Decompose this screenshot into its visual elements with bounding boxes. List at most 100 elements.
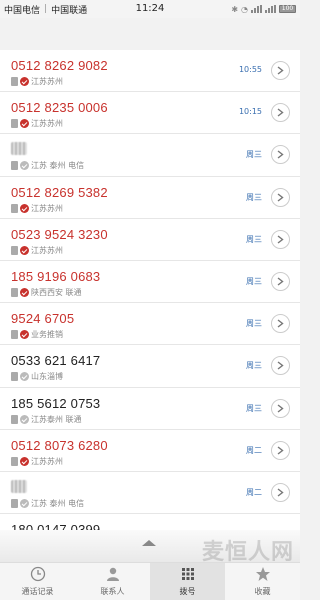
call-log-row[interactable]: 0512 8235 0006 江苏苏州 10:15	[0, 92, 300, 135]
call-log-row[interactable]: 185 5612 0753 江苏泰州 联通 周三	[0, 388, 300, 430]
call-detail-button[interactable]	[271, 271, 290, 291]
header-area	[0, 18, 300, 50]
sim-card-icon	[11, 456, 18, 466]
incoming-call-icon	[20, 119, 29, 129]
call-location: 江苏泰州 联通	[31, 414, 82, 424]
tab-label: 拨号	[179, 587, 196, 596]
call-subinfo: 江苏 泰州 电信	[11, 498, 84, 509]
call-time: 周三	[246, 276, 262, 286]
call-detail-button[interactable]	[271, 440, 290, 460]
sim-card-icon	[11, 330, 18, 340]
sim-card-icon	[11, 372, 18, 382]
call-log-row[interactable]: 185 9196 0683 陕西西安 联通 周三	[0, 261, 300, 304]
sim-card-icon	[11, 161, 18, 171]
call-detail-button[interactable]	[271, 187, 290, 207]
chevron-right-icon	[277, 108, 284, 117]
incoming-call-icon	[20, 287, 29, 297]
call-time: 周三	[246, 403, 262, 413]
dialpad-icon	[180, 566, 196, 584]
call-time: 周二	[246, 445, 262, 455]
call-subinfo: 江苏苏州	[11, 118, 63, 129]
call-log-row[interactable]: 江苏 泰州 电信 周二	[0, 472, 300, 515]
call-location: 山东淄博	[31, 372, 63, 382]
outgoing-call-icon	[20, 161, 29, 171]
call-log-row[interactable]: 9524 6705 业务推销 周三	[0, 303, 300, 346]
call-detail-button[interactable]	[271, 314, 290, 334]
outgoing-call-icon	[20, 372, 29, 382]
call-time: 10:55	[238, 65, 262, 74]
phone-number: 0533 621 6417	[11, 353, 101, 369]
call-log-list[interactable]: 0512 8262 9082 江苏苏州 10:55 0512 8235 0006 江苏苏…	[0, 50, 300, 530]
chevron-right-icon	[277, 319, 284, 328]
call-location: 江苏苏州	[31, 77, 63, 86]
call-detail-button[interactable]	[271, 229, 290, 249]
call-location: 陕西西安 联通	[31, 287, 82, 297]
call-detail-button[interactable]	[271, 482, 290, 502]
tab-contacts[interactable]: 联系人	[75, 563, 150, 600]
call-log-row[interactable]: 0512 8073 6280 江苏苏州 周二	[0, 430, 300, 472]
sim-card-icon	[11, 245, 18, 255]
call-log-row[interactable]: 江苏 泰州 电信 周三	[0, 134, 300, 177]
incoming-call-icon	[20, 456, 29, 466]
chevron-right-icon	[277, 193, 284, 202]
sim-card-icon	[11, 77, 18, 86]
call-detail-button[interactable]	[271, 145, 290, 165]
sim-card-icon	[11, 203, 18, 213]
incoming-call-icon	[20, 77, 29, 86]
collapse-bar[interactable]: 麦恒人网	[0, 530, 300, 565]
call-log-row[interactable]: 180 0147 0399	[0, 514, 300, 530]
call-log-row[interactable]: 0512 8262 9082 江苏苏州 10:55	[0, 50, 300, 93]
call-location: 江苏苏州	[31, 203, 63, 213]
chevron-right-icon	[277, 488, 284, 497]
call-subinfo: 业务推销	[11, 329, 63, 340]
contact-name-blurred	[11, 142, 27, 156]
tab-call-log[interactable]: 通话记录	[0, 563, 75, 600]
phone-number: 0512 8073 6280	[11, 437, 108, 453]
tab-label: 联系人	[100, 587, 125, 596]
chevron-right-icon	[277, 361, 284, 370]
call-subinfo: 陕西西安 联通	[11, 287, 82, 298]
clock: 11:24	[135, 3, 165, 14]
call-subinfo: 江苏泰州 联通	[11, 414, 82, 425]
incoming-call-icon	[20, 203, 29, 213]
call-detail-button[interactable]	[271, 356, 290, 376]
chevron-right-icon	[277, 446, 284, 455]
call-log-row[interactable]: 0523 9524 3230 江苏苏州 周三	[0, 219, 300, 261]
call-time: 周二	[246, 487, 262, 497]
call-time: 周三	[246, 234, 262, 244]
call-time: 周三	[246, 192, 262, 202]
call-subinfo: 江苏苏州	[11, 203, 63, 214]
expand-dialpad-icon[interactable]	[140, 538, 158, 548]
call-location: 业务推销	[31, 330, 63, 340]
tab-label: 通话记录	[21, 587, 54, 596]
call-log-row[interactable]: 0512 8269 5382 江苏苏州 周三	[0, 177, 300, 219]
incoming-call-icon	[20, 245, 29, 255]
person-icon	[105, 566, 121, 584]
tab-dialpad[interactable]: 拨号	[150, 563, 225, 600]
status-bar: 中国电信 | 中国联通 11:24 ✱ ◔ 100	[0, 0, 300, 18]
phone-number: 185 5612 0753	[11, 395, 101, 411]
phone-number: 9524 6705	[11, 311, 75, 327]
tab-favorites[interactable]: 收藏	[225, 563, 300, 600]
phone-number: 180 0147 0399	[11, 522, 101, 530]
call-detail-button[interactable]	[271, 103, 290, 123]
chevron-right-icon	[277, 150, 284, 159]
call-subinfo: 山东淄博	[11, 371, 63, 382]
call-detail-button[interactable]	[271, 61, 290, 80]
tab-label: 收藏	[254, 587, 271, 596]
sim-card-icon	[11, 414, 18, 424]
outgoing-call-icon	[20, 498, 29, 508]
call-log-row[interactable]: 0533 621 6417 山东淄博 周三	[0, 345, 300, 388]
call-subinfo: 江苏苏州	[11, 456, 63, 467]
call-location: 江苏 泰州 电信	[31, 498, 85, 508]
call-location: 江苏苏州	[31, 119, 63, 129]
sim-card-icon	[11, 287, 18, 297]
phone-number: 185 9196 0683	[11, 268, 101, 284]
call-detail-button[interactable]	[271, 398, 290, 418]
sim-card-icon	[11, 498, 18, 508]
phone-number: 0512 8235 0006	[11, 100, 108, 116]
phone-number: 0512 8269 5382	[11, 184, 108, 200]
battery-icon: 100	[279, 5, 296, 13]
call-time: 周三	[246, 319, 262, 329]
call-time: 周三	[246, 361, 262, 371]
